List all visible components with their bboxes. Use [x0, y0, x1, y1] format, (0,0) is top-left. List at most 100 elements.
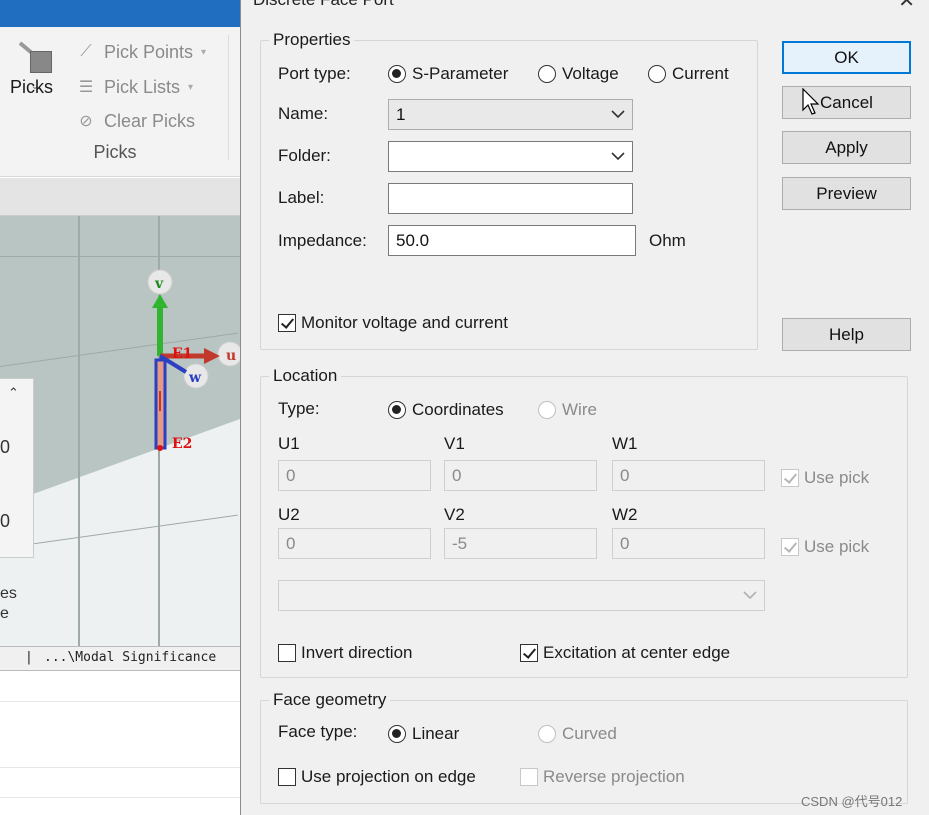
- dropdown-arrow-icon: ▾: [188, 81, 194, 93]
- radio-label: Wire: [562, 400, 597, 419]
- viewport-side-text: es e: [0, 584, 17, 624]
- checkbox-label: Monitor voltage and current: [301, 313, 508, 332]
- label-input[interactable]: [388, 183, 633, 214]
- name-value: 1: [396, 105, 406, 124]
- chevron-up-icon[interactable]: ⌃: [8, 385, 19, 401]
- location-group: Location: [260, 366, 908, 678]
- clear-picks-button[interactable]: ⊘ Clear Picks: [76, 107, 195, 135]
- v1-input[interactable]: 0: [444, 460, 597, 491]
- label-label: Label:: [278, 188, 325, 207]
- radio-current[interactable]: Current: [648, 64, 729, 84]
- pick-lists-icon: ☰: [78, 79, 94, 96]
- radio-s-parameter[interactable]: S-Parameter: [388, 64, 508, 84]
- list-divider: [0, 797, 240, 798]
- checkbox-label: Reverse projection: [543, 767, 685, 786]
- radio-indicator: [538, 65, 556, 83]
- viewport-side-panel: ⌃ 0 0: [0, 378, 34, 558]
- reverse-projection-checkbox[interactable]: Reverse projection: [520, 767, 685, 787]
- w2-label: W2: [612, 505, 638, 524]
- radio-coordinates[interactable]: Coordinates: [388, 400, 504, 420]
- pick-points-icon: ⟋: [80, 43, 92, 60]
- checkbox-indicator: [520, 768, 538, 786]
- ribbon-group-label: Picks: [93, 142, 137, 162]
- watermark-text: CSDN @代号012: [801, 794, 903, 809]
- w2-input[interactable]: 0: [612, 528, 765, 559]
- chevron-down-icon: [742, 581, 758, 610]
- picks-big-button[interactable]: Picks ⌄: [10, 39, 60, 97]
- radio-curved[interactable]: Curved: [538, 724, 617, 744]
- monitor-voltage-current-checkbox[interactable]: Monitor voltage and current: [278, 313, 508, 333]
- picks-big-label: Picks: [10, 77, 54, 97]
- name-combo[interactable]: 1: [388, 99, 633, 130]
- pick-lists-button[interactable]: ☰ Pick Lists ▾: [76, 73, 193, 101]
- viewport-status-bar: | ...\Modal Significance: [0, 646, 240, 671]
- u2-label: U2: [278, 505, 300, 524]
- radio-label: Curved: [562, 724, 617, 743]
- location-legend: Location: [269, 366, 342, 386]
- use-pick-1-checkbox[interactable]: Use pick: [781, 468, 869, 488]
- checkbox-label: Use pick: [804, 468, 870, 487]
- w1-input[interactable]: 0: [612, 460, 765, 491]
- edge-e1-label: E1: [172, 346, 192, 362]
- discrete-face-port-dialog: Discrete Face Port ✕ Properties Port typ…: [240, 0, 929, 815]
- radio-voltage[interactable]: Voltage: [538, 64, 619, 84]
- folder-combo[interactable]: [388, 141, 633, 172]
- pick-points-button[interactable]: ⟋ Pick Points ▾: [76, 38, 206, 66]
- radio-label: Linear: [412, 724, 460, 743]
- face-geometry-group: Face geometry: [260, 690, 908, 804]
- invert-direction-checkbox[interactable]: Invert direction: [278, 643, 413, 663]
- pick-points-label: Pick Points: [104, 41, 194, 62]
- radio-indicator: [388, 401, 406, 419]
- checkbox-indicator: [520, 644, 538, 662]
- apply-button[interactable]: Apply: [782, 131, 911, 164]
- edge-e2-label: E2: [172, 436, 192, 452]
- radio-indicator: [538, 725, 556, 743]
- radio-indicator: [648, 65, 666, 83]
- checkbox-label: Excitation at center edge: [543, 643, 731, 662]
- radio-indicator: [538, 401, 556, 419]
- dropdown-arrow-icon: ▾: [201, 46, 207, 58]
- v2-label: V2: [444, 505, 465, 524]
- chevron-down-icon: [610, 142, 626, 171]
- radio-wire[interactable]: Wire: [538, 400, 597, 420]
- picks-icon: [18, 39, 52, 73]
- u2-input[interactable]: 0: [278, 528, 431, 559]
- panel-value: 0: [0, 437, 11, 457]
- clear-picks-label: Clear Picks: [104, 110, 196, 131]
- w1-label: W1: [612, 434, 638, 453]
- dialog-title: Discrete Face Port: [253, 0, 394, 10]
- side-text-line: es: [0, 585, 17, 602]
- face-geometry-legend: Face geometry: [269, 690, 391, 710]
- ribbon-separator: [228, 35, 229, 160]
- checkbox-indicator: [781, 469, 799, 487]
- port-gizmo: v u w E1 E2: [147, 269, 240, 452]
- use-projection-on-edge-checkbox[interactable]: Use projection on edge: [278, 767, 476, 787]
- v2-input[interactable]: -5: [444, 528, 597, 559]
- list-divider: [0, 701, 240, 702]
- checkbox-label: Invert direction: [301, 643, 413, 662]
- lower-list-area: [0, 671, 240, 815]
- help-button[interactable]: Help: [782, 318, 911, 351]
- excitation-center-edge-checkbox[interactable]: Excitation at center edge: [520, 643, 730, 663]
- clear-picks-icon: ⊘: [79, 113, 93, 130]
- close-icon[interactable]: ✕: [898, 0, 915, 13]
- face-type-label: Face type:: [278, 722, 358, 741]
- ok-button[interactable]: OK: [782, 41, 911, 74]
- use-pick-2-checkbox[interactable]: Use pick: [781, 537, 869, 557]
- checkbox-indicator: [278, 644, 296, 662]
- impedance-input[interactable]: 50.0: [388, 225, 636, 256]
- status-text: ...\Modal Significance: [44, 650, 217, 665]
- impedance-label: Impedance:: [278, 231, 367, 250]
- preview-button[interactable]: Preview: [782, 177, 911, 210]
- wire-select-combo[interactable]: [278, 580, 765, 611]
- checkbox-indicator: [781, 538, 799, 556]
- axis-v-label: v: [154, 276, 164, 292]
- radio-label: S-Parameter: [412, 64, 509, 83]
- v1-label: V1: [444, 434, 465, 453]
- checkbox-label: Use projection on edge: [301, 767, 476, 786]
- radio-label: Current: [672, 64, 729, 83]
- 3d-viewport[interactable]: v u w E1 E2 ⌃ 0 0 es e: [0, 216, 240, 646]
- axis-u-label: u: [226, 348, 236, 364]
- radio-linear[interactable]: Linear: [388, 724, 459, 744]
- u1-input[interactable]: 0: [278, 460, 431, 491]
